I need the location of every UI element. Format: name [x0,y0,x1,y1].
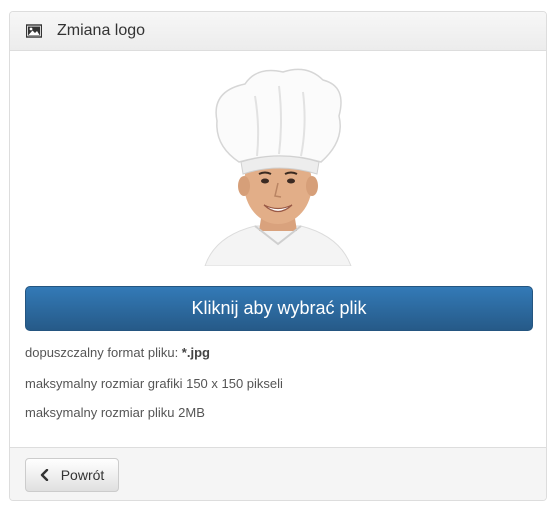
chef-photo [175,66,381,267]
back-button[interactable]: Powrót [25,458,119,492]
back-button-label: Powrót [60,467,105,483]
format-info-label: dopuszczalny format pliku: [25,345,182,360]
panel-header: Zmiana logo [10,12,546,51]
logo-panel: Zmiana logo Kliknij aby wybrać plik dopu… [9,11,547,501]
picture-icon [26,24,42,38]
chevron-left-icon [40,469,49,481]
choose-file-button[interactable]: Kliknij aby wybrać plik [25,286,533,331]
panel-title: Zmiana logo [57,22,146,39]
max-image-size-info: maksymalny rozmiar grafiki 150 x 150 pik… [25,376,283,391]
max-file-size-info: maksymalny rozmiar pliku 2MB [25,405,205,420]
panel-footer: Powrót [10,447,546,500]
format-info: dopuszczalny format pliku: *.jpg [25,345,210,360]
format-info-value: *.jpg [181,345,210,360]
